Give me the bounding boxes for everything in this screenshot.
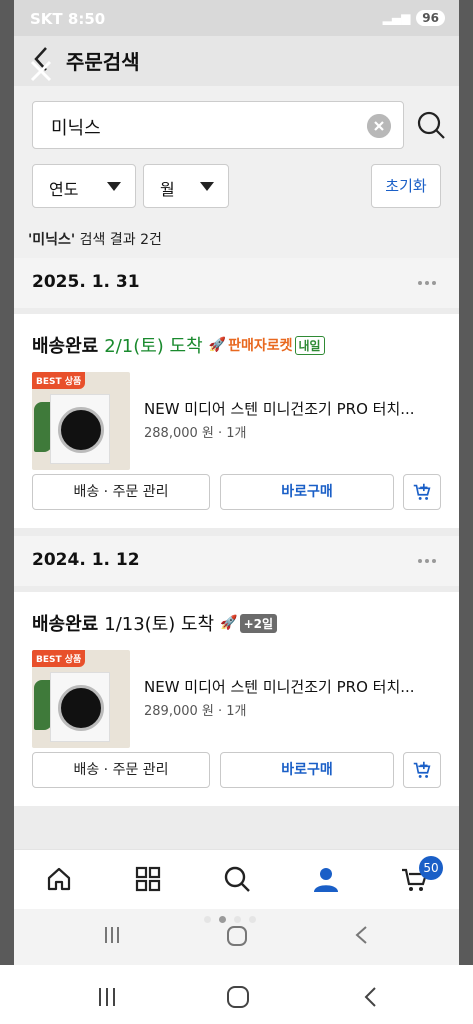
- back-nav-icon[interactable]: [352, 925, 372, 945]
- dryer-graphic: [50, 672, 110, 742]
- product-price: 289,000 원 · 1개: [144, 704, 247, 719]
- search-icon[interactable]: [222, 864, 252, 894]
- page-dot-active: [219, 916, 226, 923]
- buy-now-button[interactable]: 바로구매: [220, 474, 394, 510]
- best-badge: BEST 상품: [32, 650, 86, 667]
- order-date: 2024. 1. 12: [32, 550, 140, 570]
- rocket-icon: 🚀: [208, 337, 227, 353]
- bottom-tab-bar: [14, 849, 459, 909]
- search-panel: 미닉스 연도 월 초기화 '미닉스' 검색 결과 2건: [14, 86, 459, 266]
- arrival-date: 1/13(토) 도착: [104, 614, 215, 635]
- result-summary: '미닉스' 검색 결과 2건: [28, 229, 162, 249]
- order-card: 배송완료 1/13(토) 도착 🚀 +2일 BEST 상품 NEW 미디어 스텐…: [14, 592, 459, 806]
- chevron-down-icon: [200, 182, 214, 191]
- add-to-cart-button[interactable]: [403, 474, 441, 510]
- app-header: 주문검색: [14, 36, 459, 86]
- month-select[interactable]: 월: [143, 164, 229, 208]
- search-icon[interactable]: [416, 110, 446, 140]
- chevron-down-icon: [107, 182, 121, 191]
- order-card: 배송완료 2/1(토) 도착 🚀 판매자로켓 내일 BEST 상품 NEW 미디…: [14, 314, 459, 528]
- rocket-day-badge: 내일: [294, 335, 325, 355]
- product-name[interactable]: NEW 미디어 스텐 미니건조기 PRO 터치...: [144, 398, 415, 419]
- add-to-cart-button[interactable]: [403, 752, 441, 788]
- month-select-label: 월: [160, 180, 175, 199]
- cart-plus-icon: [413, 761, 431, 778]
- reset-button[interactable]: 초기화: [371, 164, 441, 208]
- result-count: 검색 결과 2건: [75, 232, 162, 248]
- best-badge: BEST 상품: [32, 372, 86, 389]
- status-bar: SKT 8:50 ▂▄▆ 96: [14, 0, 459, 40]
- order-manage-button[interactable]: 배송 · 주문 관리: [32, 752, 210, 788]
- cart-plus-icon: [413, 483, 431, 500]
- system-home-icon[interactable]: [226, 985, 250, 1009]
- system-back-icon[interactable]: [360, 986, 382, 1008]
- my-account-icon[interactable]: [311, 864, 341, 894]
- result-keyword: '미닉스': [28, 232, 76, 248]
- product-thumbnail[interactable]: BEST 상품: [32, 650, 130, 748]
- order-date-row: 2025. 1. 31: [14, 258, 459, 308]
- product-price: 288,000 원 · 1개: [144, 426, 247, 441]
- page-dot: [234, 916, 241, 923]
- page-dot: [204, 916, 211, 923]
- divider: [14, 528, 459, 536]
- order-manage-button[interactable]: 배송 · 주문 관리: [32, 474, 210, 510]
- signal-icon: ▂▄▆: [382, 11, 411, 25]
- status-label: 배송완료: [32, 336, 99, 357]
- product-name[interactable]: NEW 미디어 스텐 미니건조기 PRO 터치...: [144, 676, 415, 697]
- more-icon[interactable]: [417, 558, 437, 564]
- search-input[interactable]: 미닉스: [32, 101, 404, 149]
- buy-now-button[interactable]: 바로구매: [220, 752, 394, 788]
- status-icons: ▂▄▆ 96: [383, 10, 445, 26]
- home-icon[interactable]: [44, 864, 74, 894]
- order-date-row: 2024. 1. 12: [14, 536, 459, 586]
- cart-count-badge: 50: [419, 856, 443, 880]
- list-end-spacer: [14, 806, 459, 849]
- product-thumbnail[interactable]: BEST 상품: [32, 372, 130, 470]
- delivery-status: 배송완료 2/1(토) 도착 🚀 판매자로켓 내일: [32, 332, 325, 358]
- page-title: 주문검색: [66, 50, 140, 74]
- arrival-date: 2/1(토) 도착: [104, 336, 203, 357]
- more-icon[interactable]: [417, 280, 437, 286]
- home-button-icon[interactable]: [226, 925, 248, 947]
- rocket-label: 판매자로켓: [228, 338, 293, 354]
- clear-icon[interactable]: [367, 114, 391, 138]
- battery-indicator: 96: [416, 10, 445, 26]
- delivery-status: 배송완료 1/13(토) 도착 🚀 +2일: [32, 610, 278, 636]
- carrier-time: SKT 8:50: [30, 10, 106, 28]
- close-icon[interactable]: [28, 58, 54, 84]
- order-search-screen: SKT 8:50 ▂▄▆ 96 주문검색 미닉스 연도 월 초기화 '미닉스' …: [14, 0, 459, 965]
- order-date: 2025. 1. 31: [32, 272, 140, 292]
- rocket-delivery-badge: 🚀 판매자로켓 내일: [209, 335, 325, 355]
- extra-days-badge: +2일: [239, 613, 278, 633]
- rocket-delivery-badge: 🚀 +2일: [220, 613, 278, 633]
- search-input-value: 미닉스: [51, 118, 101, 139]
- page-dot: [249, 916, 256, 923]
- page-indicator: [204, 916, 256, 923]
- category-icon[interactable]: [133, 864, 163, 894]
- status-label: 배송완료: [32, 614, 99, 635]
- year-select[interactable]: 연도: [32, 164, 136, 208]
- system-recent-apps-icon[interactable]: [96, 986, 118, 1008]
- recent-apps-icon[interactable]: [102, 925, 122, 945]
- rocket-icon: 🚀: [220, 615, 238, 631]
- dryer-graphic: [50, 394, 110, 464]
- year-select-label: 연도: [49, 180, 79, 199]
